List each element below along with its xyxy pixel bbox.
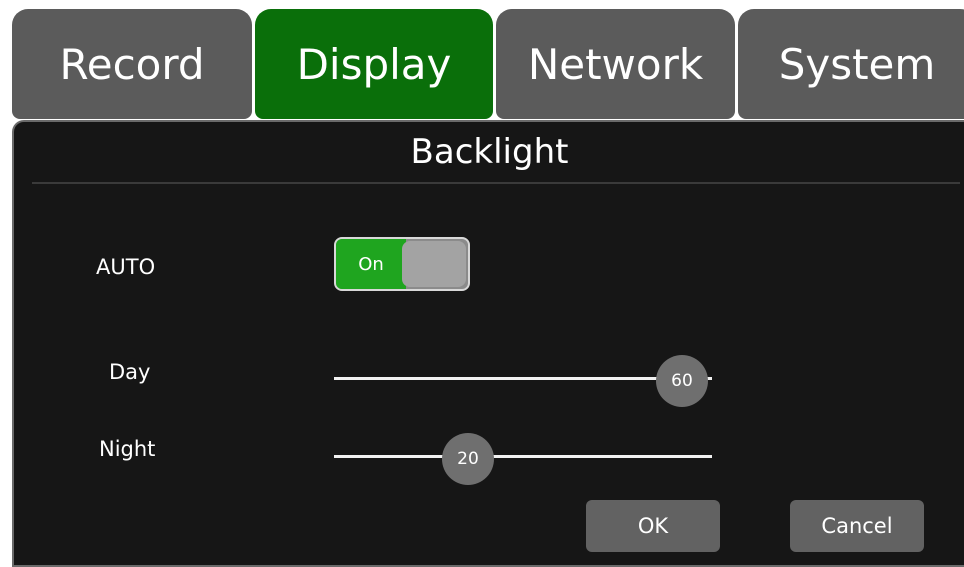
auto-label: AUTO <box>96 255 156 279</box>
ok-button[interactable]: OK <box>586 500 720 552</box>
toggle-knob[interactable] <box>402 241 466 287</box>
night-slider[interactable]: 20 <box>334 433 714 485</box>
tab-label: Record <box>59 39 205 89</box>
day-slider-thumb[interactable]: 60 <box>656 355 708 407</box>
backlight-panel: Backlight AUTO On Day 60 Night 20 OK Can… <box>12 120 964 567</box>
auto-toggle[interactable]: On <box>334 237 470 291</box>
tab-network[interactable]: Network <box>496 9 735 119</box>
tab-label: Network <box>527 39 704 89</box>
tab-record[interactable]: Record <box>12 9 252 119</box>
panel-title: Backlight <box>410 132 569 172</box>
title-divider <box>32 182 960 184</box>
day-slider[interactable]: 60 <box>334 355 714 407</box>
night-slider-track[interactable] <box>334 455 712 458</box>
day-label: Day <box>109 360 151 384</box>
tab-display[interactable]: Display <box>255 9 493 119</box>
toggle-on-state: On <box>336 239 406 289</box>
night-slider-thumb[interactable]: 20 <box>442 433 494 485</box>
tab-label: System <box>778 39 936 89</box>
settings-screen: Record Display Network System Backlight … <box>0 0 964 567</box>
night-label: Night <box>99 437 156 461</box>
cancel-button[interactable]: Cancel <box>790 500 924 552</box>
tab-system[interactable]: System <box>738 9 964 119</box>
tab-bar: Record Display Network System <box>12 9 964 119</box>
tab-label: Display <box>296 39 452 89</box>
